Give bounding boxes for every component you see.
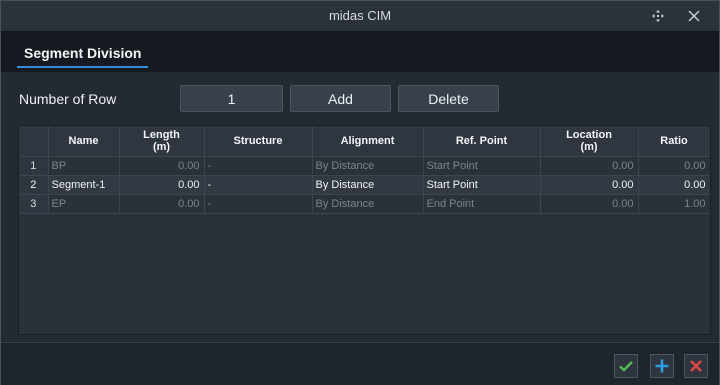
number-of-row-label: Number of Row <box>19 91 117 107</box>
add-new-button[interactable] <box>650 354 674 378</box>
main-content: Number of Row 1 Add Delete Name Length (m… <box>1 72 719 342</box>
cell-alignment[interactable]: By Distance <box>312 156 424 176</box>
corner-cell[interactable] <box>19 126 49 157</box>
header-location-unit: (m) <box>580 141 598 153</box>
row-index[interactable]: 3 <box>19 194 49 214</box>
header-ref-point[interactable]: Ref. Point <box>423 126 541 157</box>
cell-location[interactable]: 0.00 <box>540 194 639 214</box>
close-icon[interactable] <box>685 7 703 25</box>
cell-length[interactable]: 0.00 <box>119 156 205 176</box>
cell-ref-point[interactable]: Start Point <box>423 175 541 195</box>
title-bar[interactable]: midas CIM <box>1 1 719 32</box>
tab-segment-division[interactable]: Segment Division <box>17 42 149 68</box>
header-length-label: Length <box>143 129 180 141</box>
cell-name[interactable]: BP <box>48 156 120 176</box>
header-alignment[interactable]: Alignment <box>312 126 424 157</box>
cell-alignment[interactable]: By Distance <box>312 175 424 195</box>
cell-length[interactable]: 0.00 <box>119 194 205 214</box>
add-button[interactable]: Add <box>290 85 391 112</box>
move-icon[interactable] <box>649 7 667 25</box>
cell-name[interactable]: Segment-1 <box>48 175 120 195</box>
cell-structure[interactable]: - <box>204 175 313 195</box>
dialog-window: midas CIM Segment Division Number of Row… <box>0 0 720 385</box>
header-location[interactable]: Location (m) <box>540 126 639 157</box>
table-header: Name Length (m) Structure Alignment Ref. … <box>19 126 710 157</box>
cell-name[interactable]: EP <box>48 194 120 214</box>
cell-ref-point[interactable]: Start Point <box>423 156 541 176</box>
row-index[interactable]: 1 <box>19 156 49 176</box>
plus-icon <box>655 359 669 373</box>
segment-table[interactable]: Name Length (m) Structure Alignment Ref. … <box>18 125 711 335</box>
cell-ref-point[interactable]: End Point <box>423 194 541 214</box>
tab-bar: Segment Division <box>1 32 719 72</box>
table-row[interactable]: 1 BP 0.00 - By Distance Start Point 0.00… <box>19 156 710 176</box>
header-ratio[interactable]: Ratio <box>638 126 710 157</box>
cell-ratio[interactable]: 0.00 <box>638 175 710 195</box>
dialog-footer <box>1 342 719 385</box>
x-icon <box>690 360 702 372</box>
cancel-button[interactable] <box>684 354 708 378</box>
header-location-label: Location <box>566 129 612 141</box>
header-name[interactable]: Name <box>48 126 120 157</box>
ok-button[interactable] <box>614 354 638 378</box>
table-row[interactable]: 3 EP 0.00 - By Distance End Point 0.00 1… <box>19 194 710 214</box>
cell-ratio[interactable]: 0.00 <box>638 156 710 176</box>
cell-location[interactable]: 0.00 <box>540 156 639 176</box>
delete-button[interactable]: Delete <box>398 85 499 112</box>
row-index[interactable]: 2 <box>19 175 49 195</box>
check-icon <box>619 361 633 372</box>
cell-location[interactable]: 0.00 <box>540 175 639 195</box>
window-title: midas CIM <box>328 8 392 23</box>
cell-ratio[interactable]: 1.00 <box>638 194 710 214</box>
number-of-row-input[interactable]: 1 <box>180 85 283 112</box>
cell-structure[interactable]: - <box>204 194 313 214</box>
cell-length[interactable]: 0.00 <box>119 175 205 195</box>
header-structure[interactable]: Structure <box>204 126 313 157</box>
header-length-unit: (m) <box>152 141 171 153</box>
cell-alignment[interactable]: By Distance <box>312 194 424 214</box>
table-row[interactable]: 2 Segment-1 0.00 - By Distance Start Poi… <box>19 175 710 195</box>
cell-structure[interactable]: - <box>204 156 313 176</box>
header-length[interactable]: Length (m) <box>119 126 205 157</box>
